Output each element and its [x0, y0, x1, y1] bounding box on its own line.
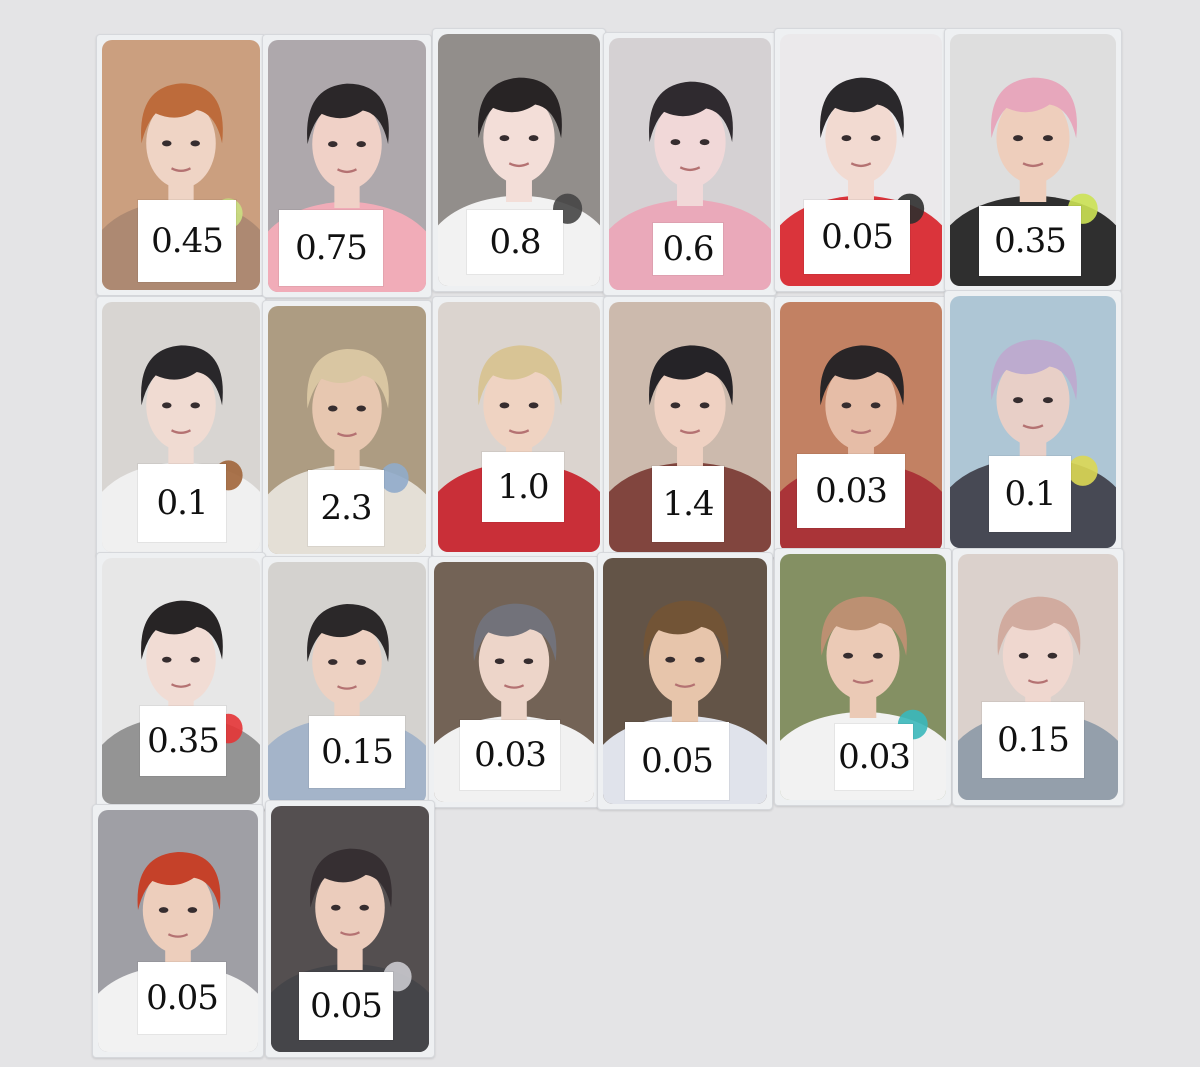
price-label: 0.05	[299, 972, 393, 1040]
price-label: 1.4	[652, 466, 724, 542]
price-label: 0.15	[309, 716, 405, 788]
price-label: 2.3	[308, 470, 384, 546]
price-label: 0.45	[138, 200, 236, 282]
price-label: 0.1	[138, 464, 226, 542]
price-label: 0.15	[982, 702, 1084, 778]
price-label: 0.6	[653, 223, 723, 275]
price-label: 0.05	[625, 722, 729, 800]
price-label: 1.0	[482, 452, 564, 522]
price-label: 0.05	[138, 962, 226, 1034]
price-label: 0.03	[835, 724, 913, 790]
price-label: 0.35	[979, 206, 1081, 276]
price-label: 0.05	[804, 200, 910, 274]
photocard-collection: 0.45 0.75 0.8 0.6 0.05 0.35 0.1 2.3 1.0 1.4 0.03 0.…	[0, 0, 1200, 1067]
price-label: 0.8	[467, 210, 563, 274]
price-label: 0.03	[460, 720, 560, 790]
price-label: 0.03	[797, 454, 905, 528]
price-label: 0.35	[140, 706, 226, 776]
price-label: 0.75	[279, 210, 383, 286]
price-label: 0.1	[989, 456, 1071, 532]
